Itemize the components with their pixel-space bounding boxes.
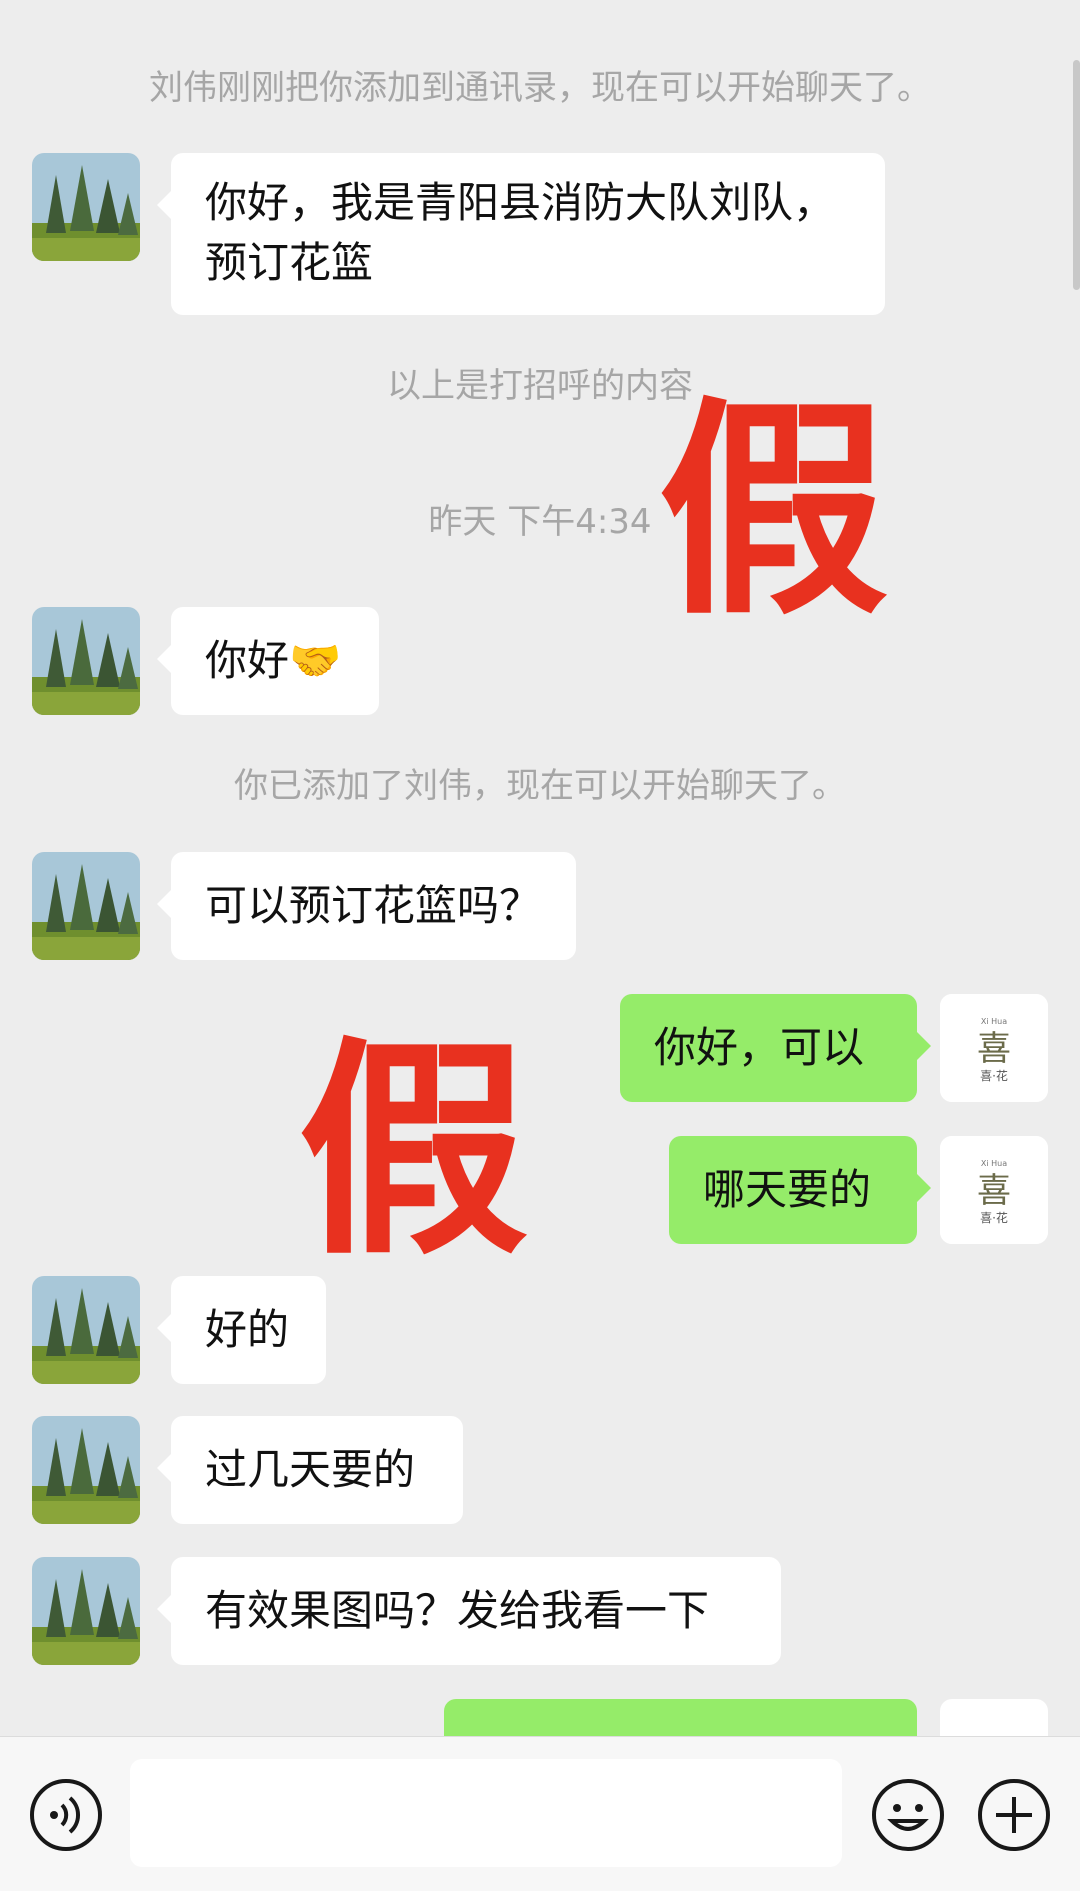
contact-avatar[interactable] (32, 153, 140, 261)
message-text: 你好，可以 (654, 1023, 865, 1072)
svg-text:Xi Hua: Xi Hua (981, 1017, 1007, 1026)
plus-button[interactable] (976, 1777, 1052, 1853)
contact-avatar[interactable] (32, 1557, 140, 1665)
incoming-message-bubble[interactable]: 可以预订花篮吗？ (157, 852, 576, 960)
incoming-message-bubble[interactable]: 好的 (157, 1276, 326, 1384)
outgoing-message-bubble[interactable]: 你好，可以 (620, 994, 931, 1102)
incoming-message-bubble[interactable]: 你好🤝 (157, 607, 379, 715)
message-text-line: 你好，我是青阳县消防大队刘队， (205, 178, 836, 227)
tree-photo-avatar-icon (32, 1557, 140, 1665)
svg-text:喜: 喜 (977, 1029, 1011, 1069)
voice-button[interactable] (28, 1777, 104, 1853)
message-text: 可以预订花篮吗？ (205, 881, 542, 930)
svg-text:喜·花: 喜·花 (980, 1068, 1008, 1083)
message-text: 有效果图吗？发给我看一下 (205, 1586, 710, 1635)
system-message-you-added: 你已添加了刘伟，现在可以开始聊天了。 (234, 766, 846, 806)
xihua-logo-avatar-icon: Xi Hua 喜 喜·花 (940, 994, 1048, 1102)
own-avatar[interactable]: Xi Hua 喜 喜·花 (940, 1136, 1048, 1244)
voice-icon (30, 1779, 102, 1851)
tree-photo-avatar-icon (32, 1416, 140, 1524)
message-text: 哪天要的 (703, 1165, 872, 1214)
emoji-icon (872, 1779, 944, 1851)
xihua-logo-avatar-icon: Xi Hua 喜 喜·花 (940, 1136, 1048, 1244)
contact-avatar[interactable] (32, 1416, 140, 1524)
tree-photo-avatar-icon (32, 153, 140, 261)
own-avatar[interactable] (940, 1699, 1048, 1736)
contact-avatar[interactable] (32, 852, 140, 960)
contact-avatar[interactable] (32, 607, 140, 715)
system-message-greeting-note: 以上是打招呼的内容 (387, 366, 693, 406)
tree-photo-avatar-icon (32, 607, 140, 715)
message-text: 你好 (205, 636, 290, 685)
message-text-line: 预订花篮 (205, 238, 374, 287)
outgoing-message-bubble[interactable]: 哪天要的 (669, 1136, 931, 1244)
input-bar (0, 1736, 1080, 1891)
svg-text:Xi Hua: Xi Hua (981, 1159, 1007, 1168)
message-input[interactable] (130, 1759, 842, 1867)
timestamp: 昨天 下午4:34 (428, 502, 652, 542)
system-message-added-by-contact: 刘伟刚刚把你添加到通讯录，现在可以开始聊天了。 (149, 68, 931, 108)
incoming-message-bubble[interactable]: 有效果图吗？发给我看一下 (157, 1557, 781, 1665)
outgoing-message-bubble[interactable] (444, 1699, 917, 1736)
emoji-button[interactable] (870, 1777, 946, 1853)
message-text: 好的 (205, 1305, 290, 1354)
handshake-emoji-icon: 🤝 (289, 636, 342, 685)
plus-icon (978, 1779, 1050, 1851)
chat-area[interactable]: 刘伟刚刚把你添加到通讯录，现在可以开始聊天了。 你好，我是青阳县消防大队刘队， … (0, 0, 1080, 1736)
tree-photo-avatar-icon (32, 852, 140, 960)
incoming-message-bubble[interactable]: 你好，我是青阳县消防大队刘队， 预订花篮 (157, 153, 885, 315)
svg-text:喜: 喜 (977, 1171, 1011, 1211)
contact-avatar[interactable] (32, 1276, 140, 1384)
own-avatar[interactable]: Xi Hua 喜 喜·花 (940, 994, 1048, 1102)
tree-photo-avatar-icon (32, 1276, 140, 1384)
incoming-message-bubble[interactable]: 过几天要的 (157, 1416, 463, 1524)
svg-text:喜·花: 喜·花 (980, 1210, 1008, 1225)
fake-stamp-overlay: 假 (298, 1019, 529, 1286)
fake-stamp-overlay: 假 (658, 379, 889, 646)
message-text: 过几天要的 (205, 1445, 416, 1494)
